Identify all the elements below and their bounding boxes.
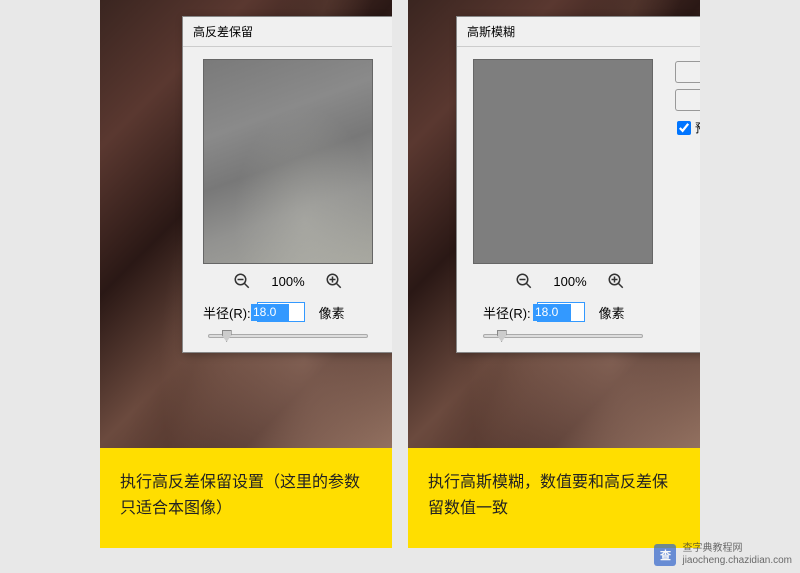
cancel-button[interactable] [675,89,700,111]
slider-thumb[interactable] [222,330,232,342]
radius-input-highlight: 18.0 [251,304,289,321]
watermark-line1: 查字典教程网 [682,543,792,555]
zoom-controls: 100% [193,272,383,290]
zoom-out-icon[interactable] [515,272,533,290]
unit-label: 像素 [319,303,345,322]
zoom-controls: 100% [437,272,700,290]
unit-label: 像素 [599,303,625,322]
dialog-title: 高反差保留 [183,17,392,47]
watermark-logo: 查 [654,544,676,566]
radius-label: 半径(R): [203,303,251,322]
radius-slider[interactable] [483,334,643,338]
caption-right: 执行高斯模糊，数值要和高反差保留数值一致 [408,448,700,548]
caption-left: 执行高反差保留设置（这里的参数只适合本图像） [100,448,392,548]
ok-button[interactable] [675,61,700,83]
radius-label: 半径(R): [483,303,531,322]
zoom-percent: 100% [553,274,586,289]
gaussian-blur-dialog: 高斯模糊 预 [456,16,700,353]
left-panel: 高反差保留 100% [100,0,392,548]
right-panel: 高斯模糊 预 [408,0,700,548]
zoom-out-icon[interactable] [233,272,251,290]
zoom-percent: 100% [271,274,304,289]
radius-slider[interactable] [208,334,368,338]
background-image-left: 高反差保留 100% [100,0,392,448]
high-pass-dialog: 高反差保留 100% [182,16,392,353]
dialog-title: 高斯模糊 [457,17,700,47]
radius-input-highlight: 18.0 [533,304,571,321]
radius-row: 半径(R): 18.0 像素 [203,302,383,322]
dialog-side-buttons: 预 [675,61,700,136]
watermark-line2: jiaocheng.chazidian.com [682,555,792,567]
radius-row: 半径(R): 18.0 像素 [483,302,700,322]
preview-checkbox[interactable] [677,121,691,135]
preview-image [203,59,373,264]
zoom-in-icon[interactable] [325,272,343,290]
zoom-in-icon[interactable] [607,272,625,290]
watermark-text: 查字典教程网 jiaocheng.chazidian.com [682,543,792,567]
preview-checkbox-row: 预 [675,119,700,136]
preview-image [473,59,653,264]
preview-checkbox-label: 预 [695,119,700,136]
watermark: 查 查字典教程网 jiaocheng.chazidian.com [654,543,792,567]
background-image-right: 高斯模糊 预 [408,0,700,448]
slider-thumb[interactable] [497,330,507,342]
